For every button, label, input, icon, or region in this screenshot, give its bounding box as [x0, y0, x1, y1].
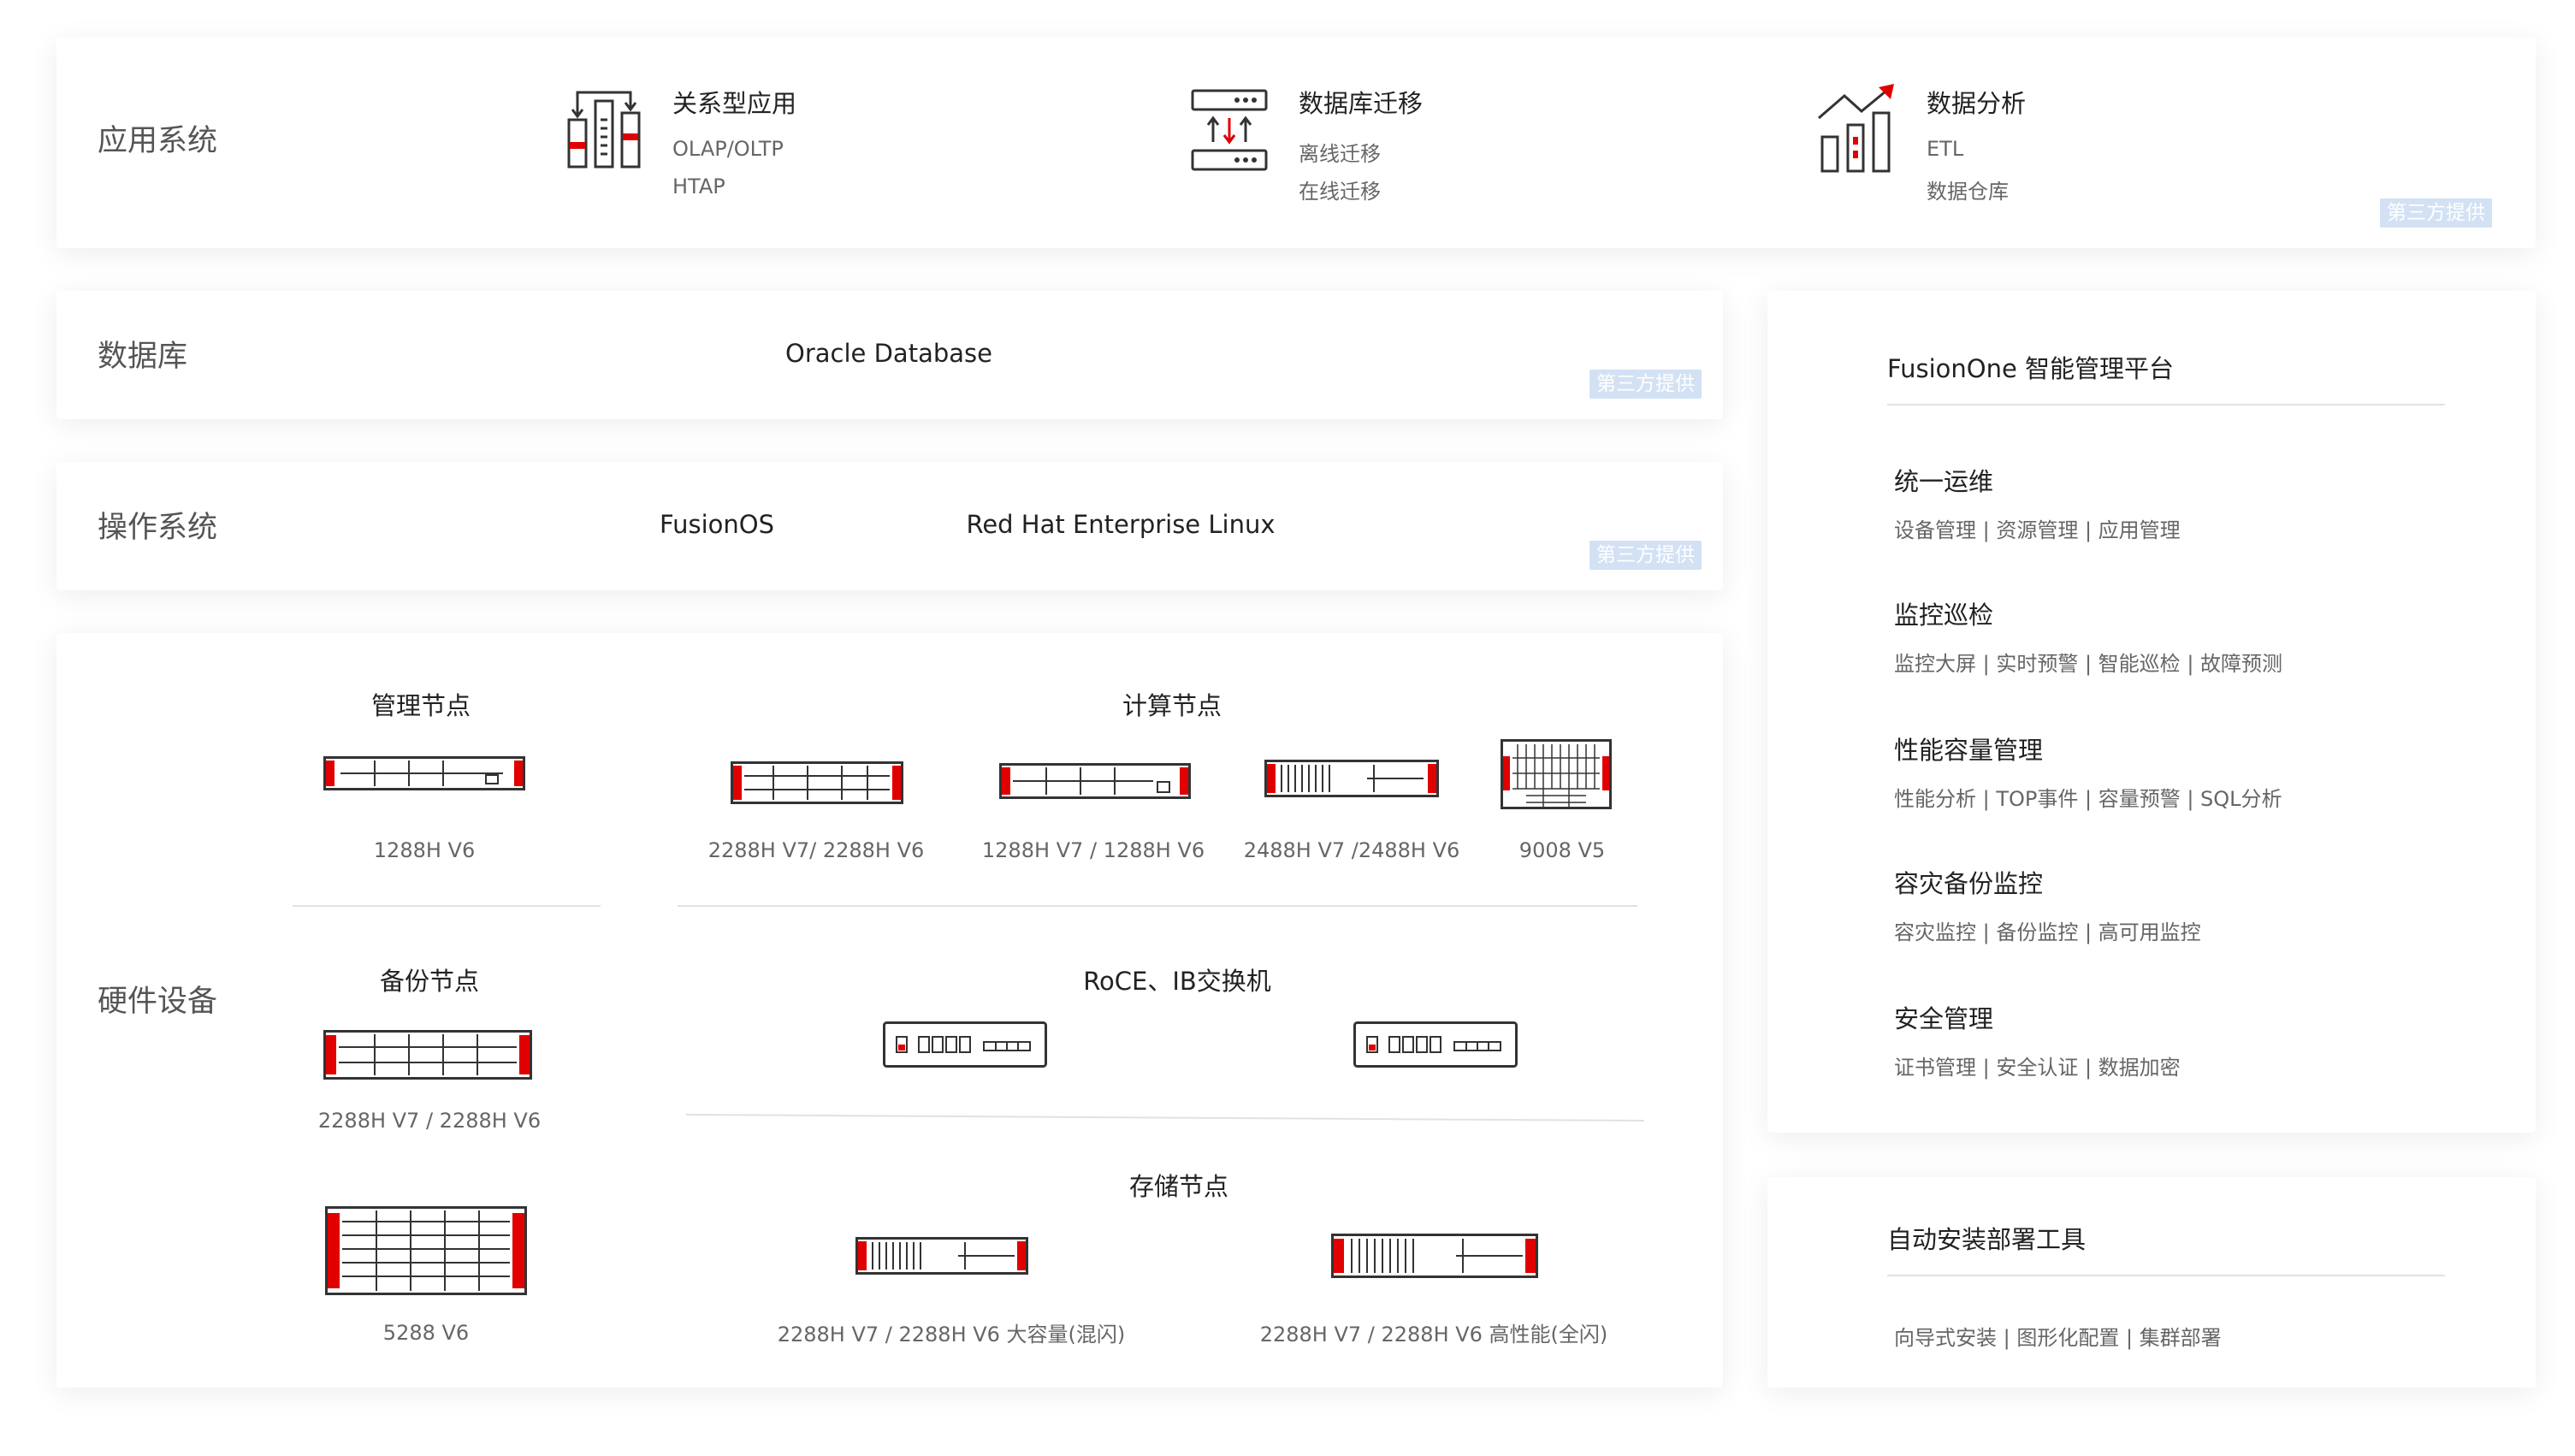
switch-icon	[883, 1021, 1047, 1068]
backup-device-label: 5288 V6	[382, 1321, 470, 1345]
storage-node-title: 存储节点	[1128, 1172, 1229, 1201]
database-migration-line-2: 在线迁移	[1299, 180, 1381, 204]
fusionone-title: FusionOne 智能管理平台	[1887, 354, 2175, 383]
server-2u-icon	[323, 1030, 532, 1080]
server-2u-icon	[731, 761, 903, 804]
third-party-badge: 第三方提供	[1589, 541, 1702, 570]
divider	[685, 1114, 1644, 1122]
divider	[678, 905, 1637, 907]
database-panel: 数据库 Oracle Database 第三方提供	[56, 291, 1723, 419]
fusionone-section-title: 容灾备份监控	[1894, 869, 2044, 898]
relational-app-line-1: OLAP/OLTP	[672, 137, 784, 161]
rhel-label: Red Hat Enterprise Linux	[966, 510, 1276, 539]
deploy-tool-title: 自动安装部署工具	[1887, 1225, 2087, 1254]
database-migration-title: 数据库迁移	[1299, 89, 1424, 118]
backup-device-label: 2288H V7 / 2288H V6	[317, 1109, 542, 1133]
deploy-tool-desc: 向导式安装 | 图形化配置 | 集群部署	[1894, 1326, 2222, 1350]
server-5288-icon	[325, 1206, 527, 1295]
server-9008-icon	[1501, 739, 1612, 809]
relational-app-icon	[567, 91, 641, 169]
fusionone-section-desc: 性能分析 | TOP事件 | 容量预警 | SQL分析	[1894, 787, 2282, 811]
storage-server-icon	[1331, 1234, 1538, 1278]
fusionone-section-desc: 容灾监控 | 备份监控 | 高可用监控	[1894, 920, 2201, 944]
database-migration-line-1: 离线迁移	[1299, 142, 1381, 166]
data-analysis-line-2: 数据仓库	[1927, 180, 2009, 204]
compute-device-label: 9008 V5	[1518, 838, 1606, 862]
compute-device-label: 2488H V7 /2488H V6	[1243, 838, 1460, 862]
database-migration-icon	[1191, 89, 1268, 171]
backup-node-title: 备份节点	[379, 967, 480, 996]
server-1u-icon	[323, 756, 525, 790]
fusionone-panel: FusionOne 智能管理平台 统一运维 设备管理 | 资源管理 | 应用管理…	[1767, 291, 2536, 1133]
management-device-label: 1288H V6	[373, 838, 476, 862]
hardware-panel: 硬件设备 管理节点 1288H V6 计算节点 2288H V7/ 2288H …	[56, 633, 1723, 1388]
os-panel: 操作系统 FusionOS Red Hat Enterprise Linux 第…	[56, 462, 1723, 590]
divider	[293, 905, 601, 907]
management-node-title: 管理节点	[370, 691, 471, 720]
server-2488h-icon	[1264, 760, 1439, 797]
deploy-tool-panel: 自动安装部署工具 向导式安装 | 图形化配置 | 集群部署	[1767, 1177, 2536, 1388]
compute-device-label: 2288H V7/ 2288H V6	[707, 838, 925, 862]
compute-node-title: 计算节点	[1122, 691, 1222, 720]
storage-device-label: 2288H V7 / 2288H V6 高性能(全闪)	[1259, 1323, 1608, 1347]
switch-icon	[1353, 1021, 1518, 1068]
data-analysis-icon	[1818, 84, 1894, 173]
database-label: 数据库	[98, 340, 188, 374]
relational-app-line-2: HTAP	[672, 175, 725, 198]
oracle-database-label: Oracle Database	[785, 339, 992, 368]
fusionone-section-desc: 监控大屏 | 实时预警 | 智能巡检 | 故障预测	[1894, 652, 2283, 676]
app-system-label: 应用系统	[98, 124, 218, 158]
third-party-badge: 第三方提供	[2380, 198, 2492, 228]
fusionone-section-title: 性能容量管理	[1894, 736, 2044, 765]
hardware-label: 硬件设备	[98, 985, 218, 1019]
third-party-badge: 第三方提供	[1589, 370, 1702, 399]
fusionone-section-title: 安全管理	[1894, 1004, 1994, 1033]
compute-device-label: 1288H V7 / 1288H V6	[981, 838, 1205, 862]
switch-title: RoCE、IB交换机	[1083, 967, 1271, 996]
divider	[1887, 404, 2445, 405]
fusionone-section-title: 监控巡检	[1894, 601, 1994, 630]
relational-app-title: 关系型应用	[672, 89, 797, 118]
divider	[1887, 1275, 2445, 1276]
server-1u-icon	[999, 763, 1191, 799]
fusionos-label: FusionOS	[660, 510, 774, 539]
data-analysis-title: 数据分析	[1927, 89, 2027, 118]
fusionone-section-desc: 证书管理 | 安全认证 | 数据加密	[1894, 1056, 2181, 1080]
storage-device-label: 2288H V7 / 2288H V6 大容量(混闪)	[777, 1323, 1126, 1347]
app-system-panel: 应用系统 关系型应用 OLAP/OLTP HTAP 数据库迁移 离线迁移 在线迁…	[56, 38, 2536, 248]
fusionone-section-title: 统一运维	[1894, 467, 1994, 496]
fusionone-section-desc: 设备管理 | 资源管理 | 应用管理	[1894, 518, 2181, 542]
data-analysis-line-1: ETL	[1927, 137, 1964, 161]
storage-server-icon	[855, 1237, 1028, 1275]
os-label: 操作系统	[98, 511, 218, 545]
